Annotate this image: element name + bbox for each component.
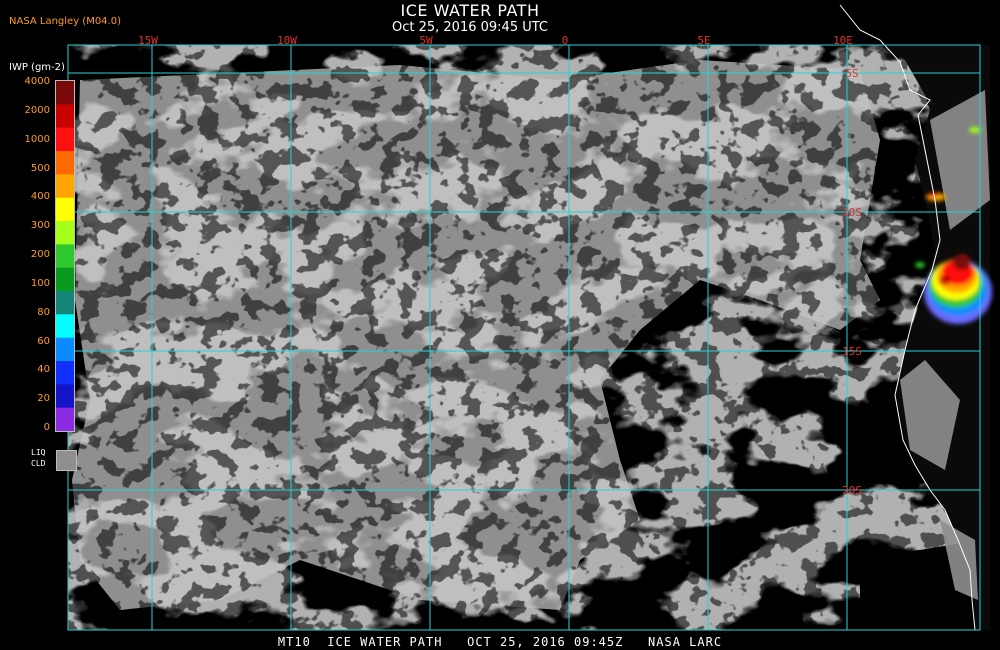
map-timestamp: Oct 25, 2016 09:45 UTC xyxy=(392,20,548,35)
legend-color-step xyxy=(56,244,74,269)
legend-color-step xyxy=(56,174,74,199)
legend-tick-label: 200 xyxy=(30,249,50,260)
legend-unit-label: IWP (gm-2) xyxy=(9,62,65,73)
legend-tick-label: 60 xyxy=(37,335,50,347)
legend-color-step xyxy=(56,127,74,152)
legend-liquid-label-line2: CLD xyxy=(31,459,46,468)
latitude-label: 10S xyxy=(842,206,862,219)
data-source-label: NASA Langley (M04.0) xyxy=(9,16,121,27)
legend-tick-label: 500 xyxy=(30,162,50,174)
legend-liquid-label-line1: LIQ xyxy=(31,448,46,457)
legend-tick-label: 80 xyxy=(37,306,50,318)
legend-color-step xyxy=(56,221,74,245)
legend-color-step xyxy=(56,337,74,362)
legend-tick-label: 20 xyxy=(37,393,50,405)
legend-color-step xyxy=(56,104,74,129)
legend-color-step xyxy=(56,384,74,409)
legend-color-step xyxy=(56,291,74,315)
legend-color-step xyxy=(56,81,74,105)
footer-caption: MT10 ICE WATER PATH OCT 25, 2016 09:45Z … xyxy=(277,635,723,649)
legend-color-step xyxy=(56,407,74,432)
legend-color-step xyxy=(56,151,74,175)
legend-color-step xyxy=(56,267,74,292)
legend-color-step xyxy=(56,314,74,339)
legend-color-step xyxy=(56,197,74,222)
legend-tick-label: 4000 xyxy=(24,76,50,87)
legend-tick-label: 400 xyxy=(30,191,50,203)
legend-color-bar xyxy=(55,80,75,432)
legend-tick-label: 2000 xyxy=(24,104,50,116)
latitude-label: 15S xyxy=(842,345,862,358)
satellite-map: 15W 10W 5W 0 5E 10E5S10S15S20S xyxy=(67,4,992,631)
legend-tick-label: 40 xyxy=(37,364,50,376)
latitude-label: 20S xyxy=(842,484,862,497)
legend-color-step xyxy=(56,361,74,385)
legend-tick-label: 300 xyxy=(30,220,50,232)
legend-tick-label: 0 xyxy=(43,422,50,433)
legend-liquid-swatch xyxy=(56,450,77,471)
legend-tick-label: 1000 xyxy=(24,133,50,145)
map-title: ICE WATER PATH xyxy=(400,1,540,20)
latitude-label: 5S xyxy=(845,67,858,80)
legend-tick-label: 100 xyxy=(30,277,50,289)
liquid-cloud-layer xyxy=(68,45,980,630)
